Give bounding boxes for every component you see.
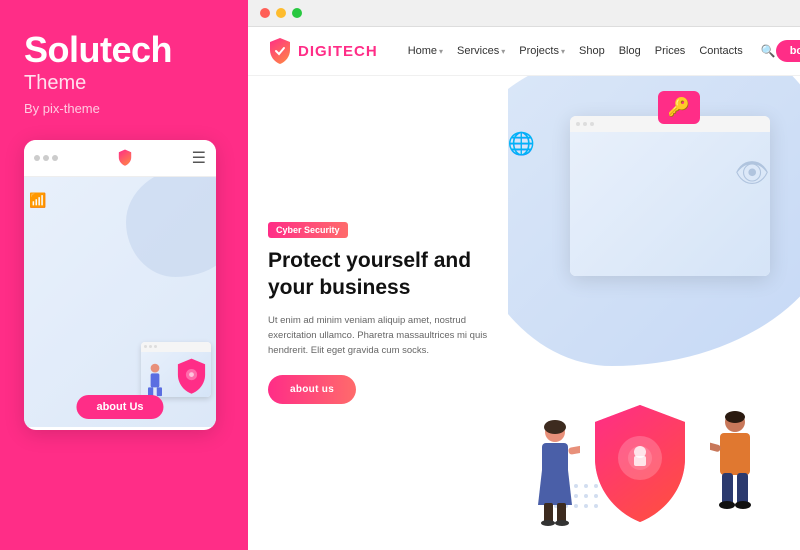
mobile-header: ☰	[24, 140, 216, 177]
mobile-logo	[117, 149, 133, 167]
search-icon[interactable]: 🔍	[761, 44, 776, 58]
mobile-dot-3	[52, 155, 58, 161]
browser-dot	[583, 122, 587, 126]
site-logo-text: DIGITECH	[298, 43, 378, 60]
mobile-browser-dot	[149, 345, 152, 348]
cyber-security-badge: Cyber Security	[268, 222, 348, 238]
left-panel: Solutech Theme By pix-theme ☰ 📶	[0, 0, 248, 550]
chevron-down-icon: ▾	[501, 47, 505, 56]
mobile-content-area: 📶	[24, 177, 216, 427]
main-shield-illustration	[590, 400, 690, 530]
right-panel-browser: DIGITECH Home ▾ Services ▾ Projects ▾ Sh…	[248, 0, 800, 550]
mobile-window-dots	[34, 155, 58, 161]
brand-by: By pix-theme	[24, 101, 224, 116]
mobile-browser-shield	[174, 357, 209, 397]
about-us-button[interactable]: about us	[268, 375, 356, 404]
dot	[584, 494, 588, 498]
mobile-browser-window	[141, 342, 211, 397]
nav-link-contacts[interactable]: Contacts	[699, 45, 742, 57]
brand-name: Solutech	[24, 30, 224, 70]
mobile-dot-1	[34, 155, 40, 161]
dot	[584, 504, 588, 508]
nav-link-prices[interactable]: Prices	[655, 45, 686, 57]
browser-dot	[590, 122, 594, 126]
site-logo: DIGITECH	[268, 37, 378, 65]
mobile-browser-bar	[141, 342, 211, 352]
site-navigation: DIGITECH Home ▾ Services ▾ Projects ▾ Sh…	[248, 27, 800, 76]
browser-dot	[576, 122, 580, 126]
nav-link-shop[interactable]: Shop	[579, 45, 605, 57]
hero-browser-inner	[570, 132, 770, 276]
browser-maximize-dot[interactable]	[292, 8, 302, 18]
mobile-browser-dot	[154, 345, 157, 348]
hero-title: Protect yourself and your business	[268, 248, 488, 301]
site-logo-shield-icon	[268, 37, 292, 65]
booked-button[interactable]: booked	[776, 40, 800, 62]
browser-chrome-bar	[248, 0, 800, 27]
mobile-browser-dot	[144, 345, 147, 348]
nav-link-projects[interactable]: Projects ▾	[519, 45, 565, 57]
mobile-person-figure	[146, 362, 164, 397]
hero-illustration-area: 🔑 🌐 ⚙ 👁 📶	[508, 76, 800, 550]
person-left-figure	[530, 420, 580, 530]
nav-link-blog[interactable]: Blog	[619, 45, 641, 57]
hero-body-text: Ut enim ad minim veniam aliquip amet, no…	[268, 313, 488, 359]
website-preview: DIGITECH Home ▾ Services ▾ Projects ▾ Sh…	[248, 27, 800, 550]
person-right-figure	[710, 410, 760, 530]
hero-browser-window	[570, 116, 770, 276]
mobile-blob-shape	[126, 177, 216, 277]
nav-link-home[interactable]: Home ▾	[408, 45, 443, 57]
globe-icon: 🌐	[508, 131, 535, 157]
hero-section: Cyber Security Protect yourself and your…	[248, 76, 800, 550]
mobile-about-button[interactable]: about Us	[76, 395, 163, 419]
nav-link-services[interactable]: Services ▾	[457, 45, 505, 57]
brand-subtitle: Theme	[24, 72, 224, 95]
mobile-wifi-icon: 📶	[29, 192, 46, 209]
chevron-down-icon: ▾	[561, 47, 565, 56]
mobile-shield-icon	[117, 149, 133, 167]
eye-icon: 👁	[734, 156, 770, 189]
mobile-dot-2	[43, 155, 49, 161]
hamburger-menu[interactable]: ☰	[192, 148, 206, 168]
browser-close-dot[interactable]	[260, 8, 270, 18]
nav-links-group: Home ▾ Services ▾ Projects ▾ Shop Blog P…	[408, 44, 776, 58]
mobile-preview-card: ☰ 📶	[24, 140, 216, 430]
browser-minimize-dot[interactable]	[276, 8, 286, 18]
hero-content-left: Cyber Security Protect yourself and your…	[248, 76, 508, 550]
dot	[584, 484, 588, 488]
key-icon: 🔑	[668, 97, 690, 117]
chevron-down-icon: ▾	[439, 47, 443, 56]
key-icon-box: 🔑	[658, 91, 700, 124]
